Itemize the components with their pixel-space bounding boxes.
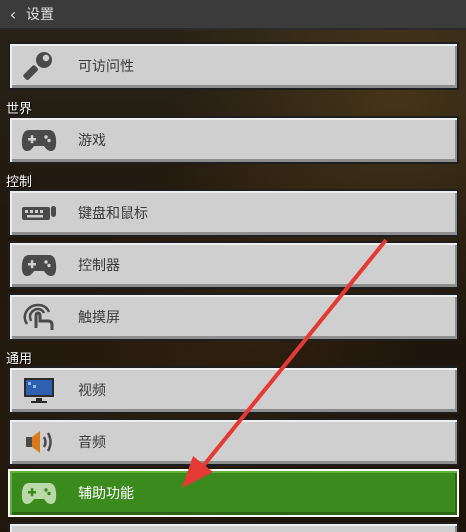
section-controls: 控制 [6, 175, 33, 190]
controller-label: 控制器 [78, 258, 120, 274]
monitor-icon [20, 372, 58, 408]
game-button[interactable]: 游戏 [8, 116, 459, 164]
video-label: 视频 [78, 383, 106, 399]
keyboard-mouse-button[interactable]: 键盘和鼠标 [8, 189, 459, 237]
back-button[interactable]: ‹ [0, 0, 26, 29]
touchscreen-button[interactable]: 触摸屏 [8, 293, 459, 341]
settings-list[interactable]: 可访问性 世界 游戏 控制 键盘和鼠标 控制器 触摸屏 通用 视频 音频 辅助功… [0, 32, 466, 532]
game-label: 游戏 [78, 133, 106, 149]
accessibility-button[interactable]: 可访问性 [8, 42, 459, 90]
wrench-icon [20, 48, 58, 84]
page-title: 设置 [26, 7, 54, 23]
audio-button[interactable]: 音频 [8, 418, 459, 466]
top-bar: ‹ 设置 [0, 0, 466, 30]
keyboard-icon [20, 195, 58, 231]
gamepad-icon [20, 247, 58, 283]
section-world: 世界 [6, 102, 33, 117]
section-general: 通用 [6, 352, 33, 367]
chevron-left-icon: ‹ [9, 4, 17, 24]
speaker-icon [20, 424, 58, 460]
keyboard-mouse-label: 键盘和鼠标 [78, 206, 148, 222]
touch-icon [20, 299, 58, 335]
accessibility-features-label: 辅助功能 [78, 486, 134, 502]
next-button-partial[interactable] [8, 522, 459, 532]
controller-button[interactable]: 控制器 [8, 241, 459, 289]
accessibility-label: 可访问性 [78, 59, 134, 75]
video-button[interactable]: 视频 [8, 366, 459, 414]
gamepad-icon [20, 122, 58, 158]
touchscreen-label: 触摸屏 [78, 310, 120, 326]
accessibility-features-button[interactable]: 辅助功能 [8, 469, 459, 517]
audio-label: 音频 [78, 435, 106, 451]
gamepad-icon [20, 475, 58, 511]
